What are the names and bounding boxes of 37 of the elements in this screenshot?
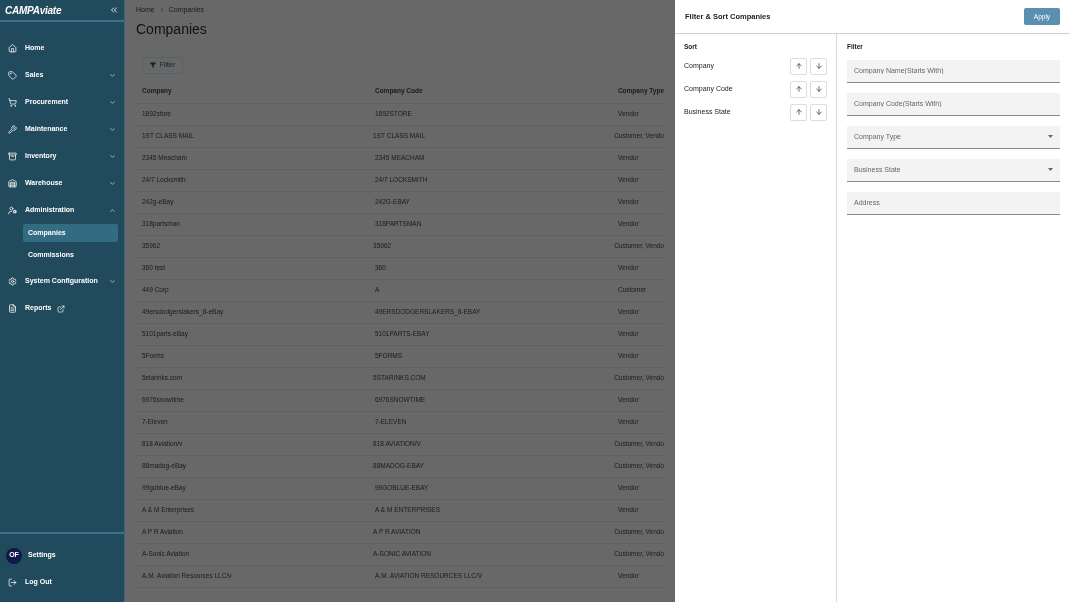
warehouse-icon (8, 179, 17, 188)
chevron-down-icon (109, 278, 116, 285)
chevron-down-icon (109, 153, 116, 160)
filter-icon (149, 62, 156, 68)
document-icon (8, 304, 17, 313)
sort-ascending-button[interactable] (790, 80, 807, 98)
chevron-down-icon (109, 99, 116, 106)
arrow-down-icon (814, 62, 823, 71)
cart-icon (8, 98, 17, 107)
logo: CAMPAviate (5, 3, 62, 18)
chevron-down-icon (109, 72, 116, 79)
dropdown-caret-icon (1048, 135, 1053, 139)
chevron-down-icon (109, 180, 116, 187)
arrow-up-icon (794, 85, 803, 94)
page-title: Companies (136, 19, 208, 39)
sort-descending-button[interactable] (810, 103, 827, 121)
collapse-icon[interactable] (109, 5, 119, 15)
sort-ascending-button[interactable] (790, 57, 807, 75)
archive-icon (8, 152, 17, 161)
sort-ascending-button[interactable] (790, 103, 807, 121)
arrow-down-icon (814, 108, 823, 117)
tools-icon (8, 125, 17, 134)
user-gear-icon (8, 206, 17, 215)
settings-icon (8, 277, 17, 286)
sort-descending-button[interactable] (810, 57, 827, 75)
logout-icon (8, 578, 17, 587)
home-icon (8, 44, 17, 53)
sort-descending-button[interactable] (810, 80, 827, 98)
chevron-down-icon (109, 126, 116, 133)
arrow-up-icon (794, 108, 803, 117)
arrow-up-icon (794, 62, 803, 71)
chevron-right-icon (158, 7, 165, 14)
tag-icon (8, 71, 17, 80)
external-link-icon (57, 304, 66, 313)
chevron-up-icon (109, 207, 116, 214)
dropdown-caret-icon (1048, 168, 1053, 172)
arrow-down-icon (814, 85, 823, 94)
